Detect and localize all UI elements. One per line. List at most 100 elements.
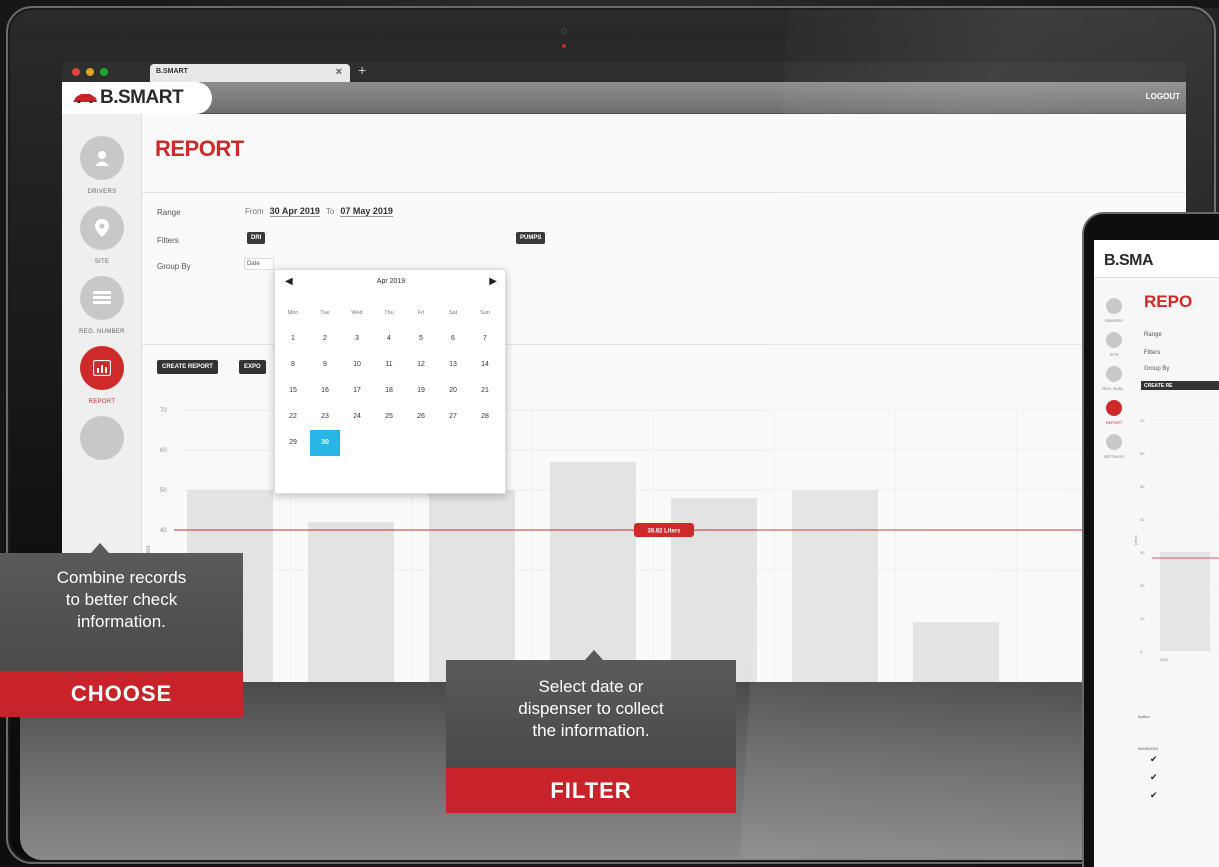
y-tick-label: 0: [1140, 649, 1143, 654]
calendar-day[interactable]: 12: [406, 352, 436, 378]
calendar-day[interactable]: 7: [470, 326, 500, 352]
tablet-sidebar-item-reg-number[interactable]: REG. NUM...: [1094, 366, 1134, 391]
range-label: Range: [157, 208, 181, 217]
y-tick-label: 20: [1140, 583, 1145, 588]
to-date-field[interactable]: 07 May 2019: [340, 206, 393, 217]
window-close-icon[interactable]: [72, 68, 80, 76]
calendar-day[interactable]: 24: [342, 404, 372, 430]
y-tick-label: 40: [1140, 517, 1145, 522]
calendar-day[interactable]: 13: [438, 352, 468, 378]
tablet-sidebar-item-site[interactable]: SITE: [1094, 332, 1134, 357]
gear-icon: [1106, 434, 1122, 450]
group-by-select[interactable]: Date: [244, 258, 274, 270]
calendar-day[interactable]: 3: [342, 326, 372, 352]
sidebar-item-report[interactable]: REPORT: [62, 346, 142, 405]
group-by-label: Group By: [157, 262, 191, 271]
browser-tab[interactable]: B.SMART ×: [150, 64, 350, 82]
tablet-sidebar-item-drivers[interactable]: DRIVERS: [1094, 298, 1134, 323]
sidebar-item-label: DRIVERS: [87, 189, 117, 195]
weekday-header: Wed: [351, 310, 363, 316]
logout-button[interactable]: LOGOUT: [1146, 92, 1180, 101]
tablet-table-row-date: 06/05/2019: [1138, 746, 1159, 751]
tablet-nav-label: SITE: [1109, 352, 1119, 357]
weekday-header: Tue: [320, 310, 330, 316]
sidebar-item-label: REG. NUMBER: [79, 329, 125, 335]
gear-icon: [80, 416, 124, 460]
tablet-nav-label: REPORT: [1105, 420, 1123, 425]
export-button[interactable]: EXPO: [239, 360, 266, 374]
calendar-day[interactable]: 27: [438, 404, 468, 430]
tablet-nav-label: DRIVERS: [1105, 318, 1123, 323]
calendar-day[interactable]: 16: [310, 378, 340, 404]
tablet-create-report-button[interactable]: CREATE RE: [1141, 381, 1219, 390]
calendar-month-label: Apr 2019: [376, 278, 406, 285]
calendar-day[interactable]: 14: [470, 352, 500, 378]
tab-close-icon[interactable]: ×: [336, 66, 342, 78]
date-range: From 30 Apr 2019 To 07 May 2019: [245, 206, 393, 217]
date-picker-calendar: ◀ Apr 2019 ▶ Mon Tue Wed Thu Fri Sat Sun 1 2 3 4 5 6…: [274, 269, 506, 494]
pumps-filter-chip[interactable]: PUMPS: [516, 232, 546, 244]
drivers-filter-chip[interactable]: DRI: [247, 232, 266, 244]
calendar-day[interactable]: 6: [438, 326, 468, 352]
sidebar-item-drivers[interactable]: DRIVERS: [62, 136, 142, 195]
calendar-day[interactable]: 30: [310, 430, 340, 456]
logo[interactable]: B.SMART: [62, 82, 212, 114]
calendar-day[interactable]: 23: [310, 404, 340, 430]
person-icon: [1106, 298, 1122, 314]
calendar-day[interactable]: 11: [374, 352, 404, 378]
camera-icon: [561, 28, 567, 34]
check-icon: ✔: [1150, 772, 1158, 782]
tablet-nav-label: REG. NUM...: [1102, 386, 1126, 391]
y-tick-label: 60: [1140, 451, 1145, 456]
callout-arrow: [585, 650, 603, 660]
chart-bar: [308, 522, 394, 682]
calendar-day[interactable]: 2: [310, 326, 340, 352]
calendar-day[interactable]: 9: [310, 352, 340, 378]
calendar-day[interactable]: 8: [278, 352, 308, 378]
from-date-field[interactable]: 30 Apr 2019: [269, 206, 320, 217]
sidebar-item-label: SITE: [94, 259, 110, 265]
from-label: From: [245, 207, 264, 216]
tablet-screen: B.SMA REPO DRIVERS SITE REG. NUM... REPO…: [1094, 240, 1219, 867]
calendar-day[interactable]: 5: [406, 326, 436, 352]
calendar-day[interactable]: 29: [278, 430, 308, 456]
callout-text-line: Combine records: [56, 568, 187, 587]
new-tab-icon[interactable]: +: [358, 62, 366, 78]
calendar-day[interactable]: 19: [406, 378, 436, 404]
calendar-day[interactable]: 10: [342, 352, 372, 378]
filter-callout: Select date or dispenser to collect the …: [446, 660, 736, 768]
calendar-day[interactable]: 21: [470, 378, 500, 404]
location-pin-icon: [80, 206, 124, 250]
calendar-day[interactable]: 25: [374, 404, 404, 430]
choose-callout: Combine records to better check informat…: [0, 553, 243, 671]
filter-tag: FILTER: [446, 768, 736, 813]
y-tick-label: 10: [1140, 616, 1145, 621]
weekday-header: Fri: [417, 310, 425, 316]
calendar-day[interactable]: 22: [278, 404, 308, 430]
tablet-sidebar-item-settings[interactable]: SETTINGS: [1094, 434, 1134, 459]
calendar-day[interactable]: 20: [438, 378, 468, 404]
calendar-day[interactable]: 18: [374, 378, 404, 404]
create-report-button[interactable]: CREATE REPORT: [157, 360, 218, 374]
calendar-day[interactable]: 28: [470, 404, 500, 430]
sidebar-item-site[interactable]: SITE: [62, 206, 142, 265]
window-minimize-icon[interactable]: [86, 68, 94, 76]
y-axis-label: Liters: [1134, 535, 1138, 545]
next-month-icon[interactable]: ▶: [489, 276, 497, 287]
sidebar-item-reg-number[interactable]: REG. NUMBER: [62, 276, 142, 335]
window-maximize-icon[interactable]: [100, 68, 108, 76]
sidebar-item-settings[interactable]: [62, 416, 142, 460]
car-logo-icon: [73, 94, 97, 103]
calendar-day[interactable]: 26: [406, 404, 436, 430]
tablet-sidebar-item-report[interactable]: REPORT: [1094, 400, 1134, 425]
tablet-header: B.SMA: [1094, 240, 1219, 278]
callout-text-line: the information.: [532, 721, 650, 740]
y-tick-label: 50: [160, 488, 167, 494]
calendar-day[interactable]: 4: [374, 326, 404, 352]
callout-text-line: information.: [77, 612, 166, 631]
callout-text-line: dispenser to collect: [518, 699, 664, 718]
calendar-day[interactable]: 15: [278, 378, 308, 404]
calendar-day[interactable]: 1: [278, 326, 308, 352]
calendar-day[interactable]: 17: [342, 378, 372, 404]
weekday-header: Sat: [448, 310, 458, 316]
